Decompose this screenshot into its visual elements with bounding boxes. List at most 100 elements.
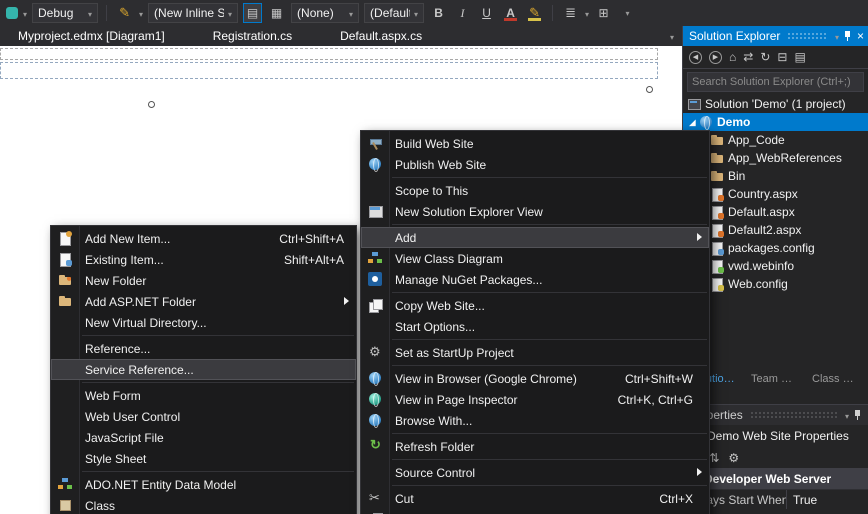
expander-expanded-icon[interactable]: ◢ xyxy=(686,118,699,127)
property-value-cell[interactable]: True xyxy=(787,490,868,509)
sync-icon[interactable]: ⇄ xyxy=(743,50,753,64)
document-well-dropdown-icon[interactable] xyxy=(670,29,674,43)
menu-item-publish-web-site[interactable]: Publish Web Site xyxy=(361,154,709,175)
menu-item-add-aspnet-folder[interactable]: Add ASP.NET Folder xyxy=(51,291,356,312)
tree-item-bin[interactable]: ▷ Bin xyxy=(683,167,868,185)
menu-item-view-class-diagram[interactable]: View Class Diagram xyxy=(361,248,709,269)
menu-item-copy-web-site[interactable]: Copy Web Site... xyxy=(361,295,709,316)
gear-icon[interactable]: ⚙ xyxy=(728,451,739,465)
debug-configuration-dropdown[interactable]: Debug xyxy=(32,3,98,23)
style-overlay-toggle-icon[interactable] xyxy=(243,3,262,23)
solution-header[interactable]: Solution 'Demo' (1 project) xyxy=(683,95,868,113)
tree-item-vwd-webinfo[interactable]: ▷ vwd.webinfo xyxy=(683,257,868,275)
refresh-icon[interactable]: ↻ xyxy=(760,50,770,64)
menu-item-cut[interactable]: Cut Ctrl+X xyxy=(361,488,709,509)
search-box xyxy=(687,72,864,92)
tree-item-default-aspx[interactable]: ▷ Default.aspx xyxy=(683,203,868,221)
bold-button[interactable]: B xyxy=(429,3,448,23)
css-class-dropdown[interactable]: (None) xyxy=(291,3,359,23)
menu-item-style-sheet[interactable]: Style Sheet xyxy=(51,448,356,469)
alignment-icon[interactable] xyxy=(561,3,580,23)
aspx-file-icon xyxy=(710,187,724,201)
resize-handle[interactable] xyxy=(148,101,155,108)
chevron-down-icon[interactable] xyxy=(845,408,849,422)
tree-item-label: Country.aspx xyxy=(728,187,798,201)
design-element-outline[interactable] xyxy=(0,48,658,60)
menu-item-refresh-folder[interactable]: Refresh Folder xyxy=(361,436,709,457)
menu-item-build-web-site[interactable]: Build Web Site xyxy=(361,133,709,154)
chevron-down-icon[interactable] xyxy=(139,6,143,20)
pin-icon[interactable] xyxy=(853,409,863,421)
menu-item-scope-to-this[interactable]: Scope to This xyxy=(361,180,709,201)
solution-explorer-titlebar[interactable]: Solution Explorer × xyxy=(683,26,868,46)
menu-item-existing-item[interactable]: Existing Item... Shift+Alt+A xyxy=(51,249,356,270)
menu-item-web-user-control[interactable]: Web User Control xyxy=(51,406,356,427)
menu-item-web-form[interactable]: Web Form xyxy=(51,385,356,406)
chevron-down-icon xyxy=(228,6,232,20)
chevron-down-icon[interactable] xyxy=(23,6,27,20)
run-target-icon[interactable] xyxy=(6,7,18,19)
menu-item-view-in-page-inspector[interactable]: View in Page Inspector Ctrl+K, Ctrl+G xyxy=(361,389,709,410)
font-value: (Default Font) xyxy=(370,6,410,20)
style-grid-toggle-icon[interactable] xyxy=(267,3,286,23)
menu-item-service-reference[interactable]: Service Reference... xyxy=(51,359,356,380)
tab-class-view[interactable]: Class View xyxy=(807,371,865,387)
tree-item-web-config[interactable]: ▷ Web.config xyxy=(683,275,868,293)
home-icon[interactable]: ⌂ xyxy=(729,50,736,64)
borders-icon[interactable] xyxy=(594,3,613,23)
menu-item-browse-with[interactable]: Browse With... xyxy=(361,410,709,431)
menu-item-add-new-item[interactable]: Add New Item... Ctrl+Shift+A xyxy=(51,228,356,249)
menu-item-new-folder[interactable]: New Folder xyxy=(51,270,356,291)
menu-item-javascript-file[interactable]: JavaScript File xyxy=(51,427,356,448)
menu-item-add[interactable]: Add xyxy=(361,227,709,248)
menu-item-source-control[interactable]: Source Control xyxy=(361,462,709,483)
highlight-color-button[interactable] xyxy=(525,3,544,23)
tree-item-packages-config[interactable]: ▷ packages.config xyxy=(683,239,868,257)
tree-item-app-code[interactable]: ▷ App_Code xyxy=(683,131,868,149)
italic-button[interactable]: I xyxy=(453,3,472,23)
drag-grip[interactable] xyxy=(750,411,838,419)
tree-item-country-aspx[interactable]: ▷ Country.aspx xyxy=(683,185,868,203)
tree-item-default2-aspx[interactable]: ▷ Default2.aspx xyxy=(683,221,868,239)
alphabetical-icon[interactable]: ⇅ xyxy=(709,451,719,465)
search-input[interactable] xyxy=(687,72,864,92)
tab-registration-cs[interactable]: Registration.cs xyxy=(195,26,310,46)
property-category-row[interactable]: ▾ Developer Web Server xyxy=(683,469,868,489)
panel-title: Solution Explorer xyxy=(689,29,780,43)
properties-titlebar[interactable]: Properties xyxy=(683,405,868,425)
chevron-down-icon[interactable] xyxy=(835,29,839,43)
menu-item-reference[interactable]: Reference... xyxy=(51,338,356,359)
properties-object-selector[interactable]: Demo Web Site Properties xyxy=(683,425,868,447)
menu-item-new-solution-explorer-view[interactable]: New Solution Explorer View xyxy=(361,201,709,222)
toolbar-overflow-icon[interactable] xyxy=(618,3,637,23)
document-tab-bar: Myproject.edmx [Diagram1] Registration.c… xyxy=(0,26,682,46)
tab-team-explorer[interactable]: Team Explorer xyxy=(746,371,804,387)
close-icon[interactable]: × xyxy=(857,29,864,43)
forward-icon[interactable]: ▶ xyxy=(709,51,722,64)
design-element-outline[interactable] xyxy=(0,62,658,79)
resize-handle[interactable] xyxy=(646,86,653,93)
pin-icon[interactable] xyxy=(843,30,853,42)
menu-item-start-options[interactable]: Start Options... xyxy=(361,316,709,337)
menu-item-manage-nuget-packages[interactable]: Manage NuGet Packages... xyxy=(361,269,709,290)
menu-item-copy[interactable]: Copy Ctrl+C xyxy=(361,509,709,514)
drag-grip[interactable] xyxy=(787,32,828,40)
show-all-files-icon[interactable]: ▤ xyxy=(794,50,805,64)
style-pen-icon[interactable] xyxy=(115,3,134,23)
menu-item-class[interactable]: Class xyxy=(51,495,356,514)
menu-item-set-as-startup-project[interactable]: Set as StartUp Project xyxy=(361,342,709,363)
menu-item-view-in-browser[interactable]: View in Browser (Google Chrome) Ctrl+Shi… xyxy=(361,368,709,389)
chevron-down-icon[interactable] xyxy=(585,6,589,20)
underline-button[interactable]: U xyxy=(477,3,496,23)
tab-myproject-edmx[interactable]: Myproject.edmx [Diagram1] xyxy=(0,26,183,46)
tree-item-app-webreferences[interactable]: ▷ App_WebReferences xyxy=(683,149,868,167)
tree-item-demo[interactable]: ◢ Demo xyxy=(683,113,868,131)
back-icon[interactable]: ◀ xyxy=(689,51,702,64)
collapse-all-icon[interactable]: ⊟ xyxy=(777,50,787,64)
font-color-button[interactable]: A xyxy=(501,3,520,23)
target-rule-dropdown[interactable]: (New Inline Style) xyxy=(148,3,238,23)
tab-default-aspx-cs[interactable]: Default.aspx.cs xyxy=(322,26,440,46)
menu-item-new-virtual-directory[interactable]: New Virtual Directory... xyxy=(51,312,356,333)
menu-item-adonet-entity-data-model[interactable]: ADO.NET Entity Data Model xyxy=(51,474,356,495)
font-dropdown[interactable]: (Default Font) xyxy=(364,3,424,23)
